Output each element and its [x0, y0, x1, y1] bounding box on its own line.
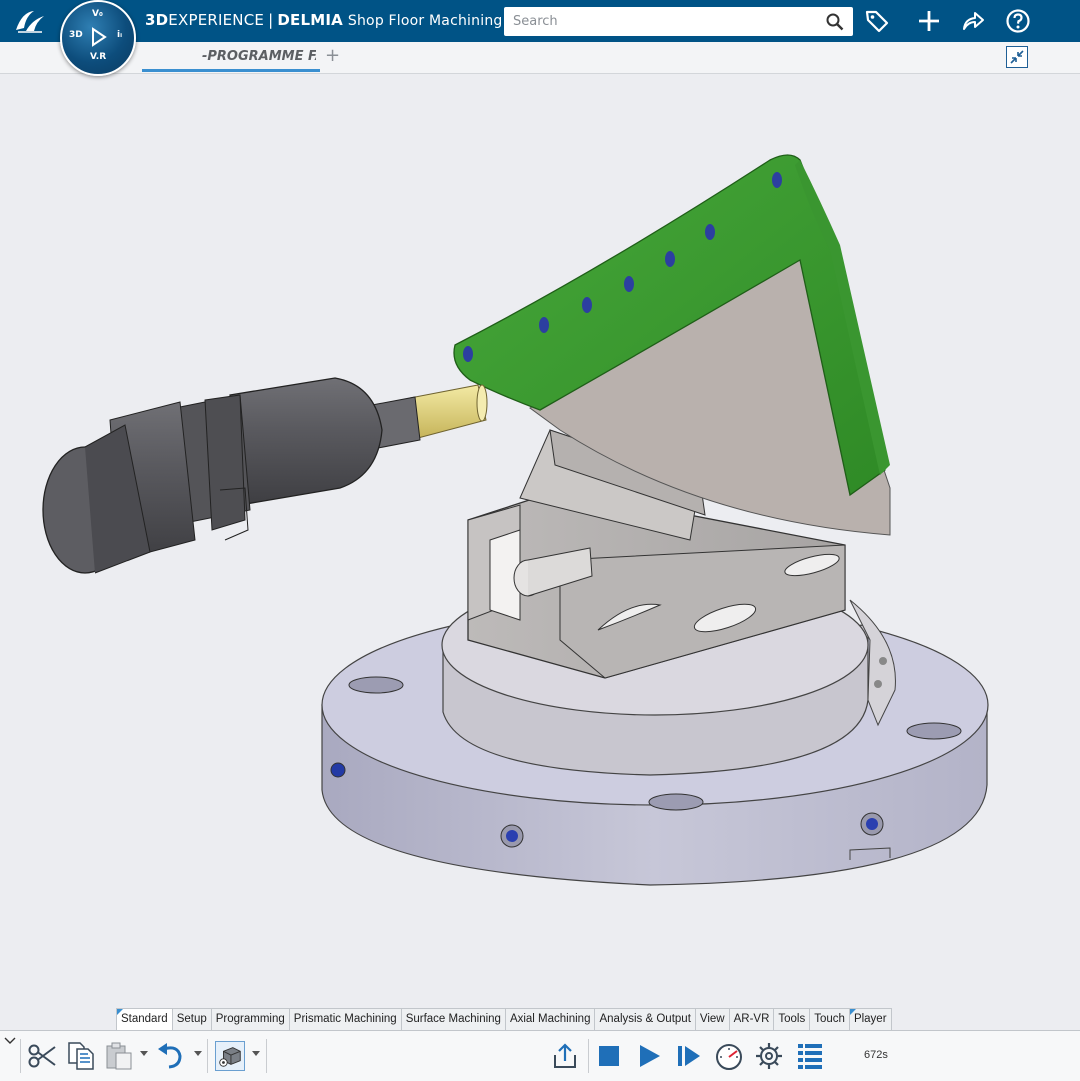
- tab-standard[interactable]: Standard: [116, 1008, 173, 1030]
- tab-view[interactable]: View: [694, 1008, 730, 1030]
- compass-play-icon[interactable]: [87, 26, 109, 48]
- compass-top-label: V₀: [92, 9, 103, 19]
- simulation-timer: 672s: [864, 1049, 888, 1061]
- tab-label: Touch: [814, 1013, 845, 1025]
- tab-label: Axial Machining: [509, 1013, 591, 1025]
- tab-player[interactable]: Player: [848, 1008, 892, 1030]
- tab-surface-machining[interactable]: Surface Machining: [400, 1008, 506, 1030]
- tab-label: Surface Machining: [405, 1013, 501, 1025]
- paste-caret-icon[interactable]: [140, 1051, 148, 1057]
- step-forward-icon[interactable]: [674, 1041, 704, 1071]
- machining-scene: [42, 154, 989, 886]
- view-mode-icon[interactable]: [215, 1041, 245, 1071]
- module-name: Shop Floor Machining: [347, 13, 503, 29]
- tool-holder-spindle[interactable]: [42, 377, 488, 574]
- 3d-viewport[interactable]: [0, 74, 1080, 1008]
- speed-gauge-icon[interactable]: [714, 1041, 744, 1071]
- tab-prismatic-machining[interactable]: Prismatic Machining: [288, 1008, 402, 1030]
- tab-ar-vr[interactable]: AR-VR: [728, 1008, 775, 1030]
- compass-widget[interactable]: V₀ 3D iᵢ V.R: [60, 0, 136, 76]
- copy-icon[interactable]: [66, 1041, 96, 1071]
- scissors-icon[interactable]: [27, 1041, 57, 1071]
- tab-setup[interactable]: Setup: [171, 1008, 212, 1030]
- undo-caret-icon[interactable]: [194, 1051, 202, 1057]
- help-icon[interactable]: [1005, 8, 1031, 34]
- tag-icon[interactable]: [864, 8, 890, 34]
- tab-corner-marker: [117, 1009, 123, 1015]
- tab-analysis-output[interactable]: Analysis & Output: [594, 1008, 696, 1030]
- stop-icon[interactable]: [594, 1041, 624, 1071]
- chevron-down-icon[interactable]: [4, 1037, 16, 1045]
- collapse-button[interactable]: [1006, 46, 1028, 68]
- tab-axial-machining[interactable]: Axial Machining: [504, 1008, 596, 1030]
- tab-corner-marker: [849, 1009, 856, 1015]
- tab-label: AR-VR: [733, 1013, 770, 1025]
- undo-icon[interactable]: [156, 1041, 186, 1071]
- separator: [588, 1039, 589, 1073]
- document-tab-strip: -PROGRAMME FA +: [0, 42, 1080, 74]
- action-bar: 672s: [0, 1030, 1080, 1081]
- tab-label: Prismatic Machining: [293, 1013, 397, 1025]
- brand-rest: EXPERIENCE: [168, 11, 265, 29]
- tab-label: Standard: [121, 1013, 168, 1025]
- play-icon[interactable]: [634, 1041, 664, 1071]
- add-icon[interactable]: [916, 8, 942, 34]
- tab-label: Player: [853, 1013, 887, 1025]
- compass-bottom-label: V.R: [90, 52, 107, 62]
- product-name: DELMIA: [277, 11, 343, 29]
- share-icon[interactable]: [960, 8, 986, 34]
- tab-label: Analysis & Output: [599, 1013, 691, 1025]
- separator: [266, 1039, 267, 1073]
- title-separator: |: [268, 11, 274, 29]
- app-title: 3DEXPERIENCE | DELMIA Shop Floor Machining: [145, 11, 502, 29]
- settings-icon[interactable]: [754, 1041, 784, 1071]
- top-bar: V₀ 3D iᵢ V.R 3DEXPERIENCE | DELMIA Shop Fl…: [0, 0, 1080, 76]
- tab-label: Programming: [215, 1013, 285, 1025]
- view-mode-caret-icon[interactable]: [252, 1051, 260, 1057]
- separator: [207, 1039, 208, 1073]
- search-input[interactable]: [504, 7, 853, 36]
- tab-touch[interactable]: Touch: [809, 1008, 850, 1030]
- search-icon[interactable]: [826, 13, 844, 31]
- compass-left-label: 3D: [69, 30, 83, 40]
- compass-right-label: iᵢ: [117, 30, 123, 40]
- tab-tools[interactable]: Tools: [773, 1008, 811, 1030]
- brand-bold: 3D: [145, 11, 169, 29]
- collapse-arrows-icon: [1010, 50, 1024, 64]
- export-icon[interactable]: [550, 1041, 580, 1071]
- tab-label: Tools: [778, 1013, 806, 1025]
- list-icon[interactable]: [795, 1041, 825, 1071]
- tab-label: Setup: [176, 1013, 207, 1025]
- paste-icon[interactable]: [104, 1041, 134, 1071]
- tab-programme[interactable]: -PROGRAMME FA: [202, 49, 316, 64]
- add-tab-button[interactable]: +: [325, 45, 340, 66]
- separator: [20, 1039, 21, 1073]
- active-tab-indicator: [142, 69, 320, 72]
- tab-label: View: [699, 1013, 725, 1025]
- tab-programming[interactable]: Programming: [210, 1008, 290, 1030]
- dassault-logo[interactable]: [12, 6, 48, 36]
- section-tabs: Standard Setup Programming Prismatic Mac…: [116, 1008, 892, 1030]
